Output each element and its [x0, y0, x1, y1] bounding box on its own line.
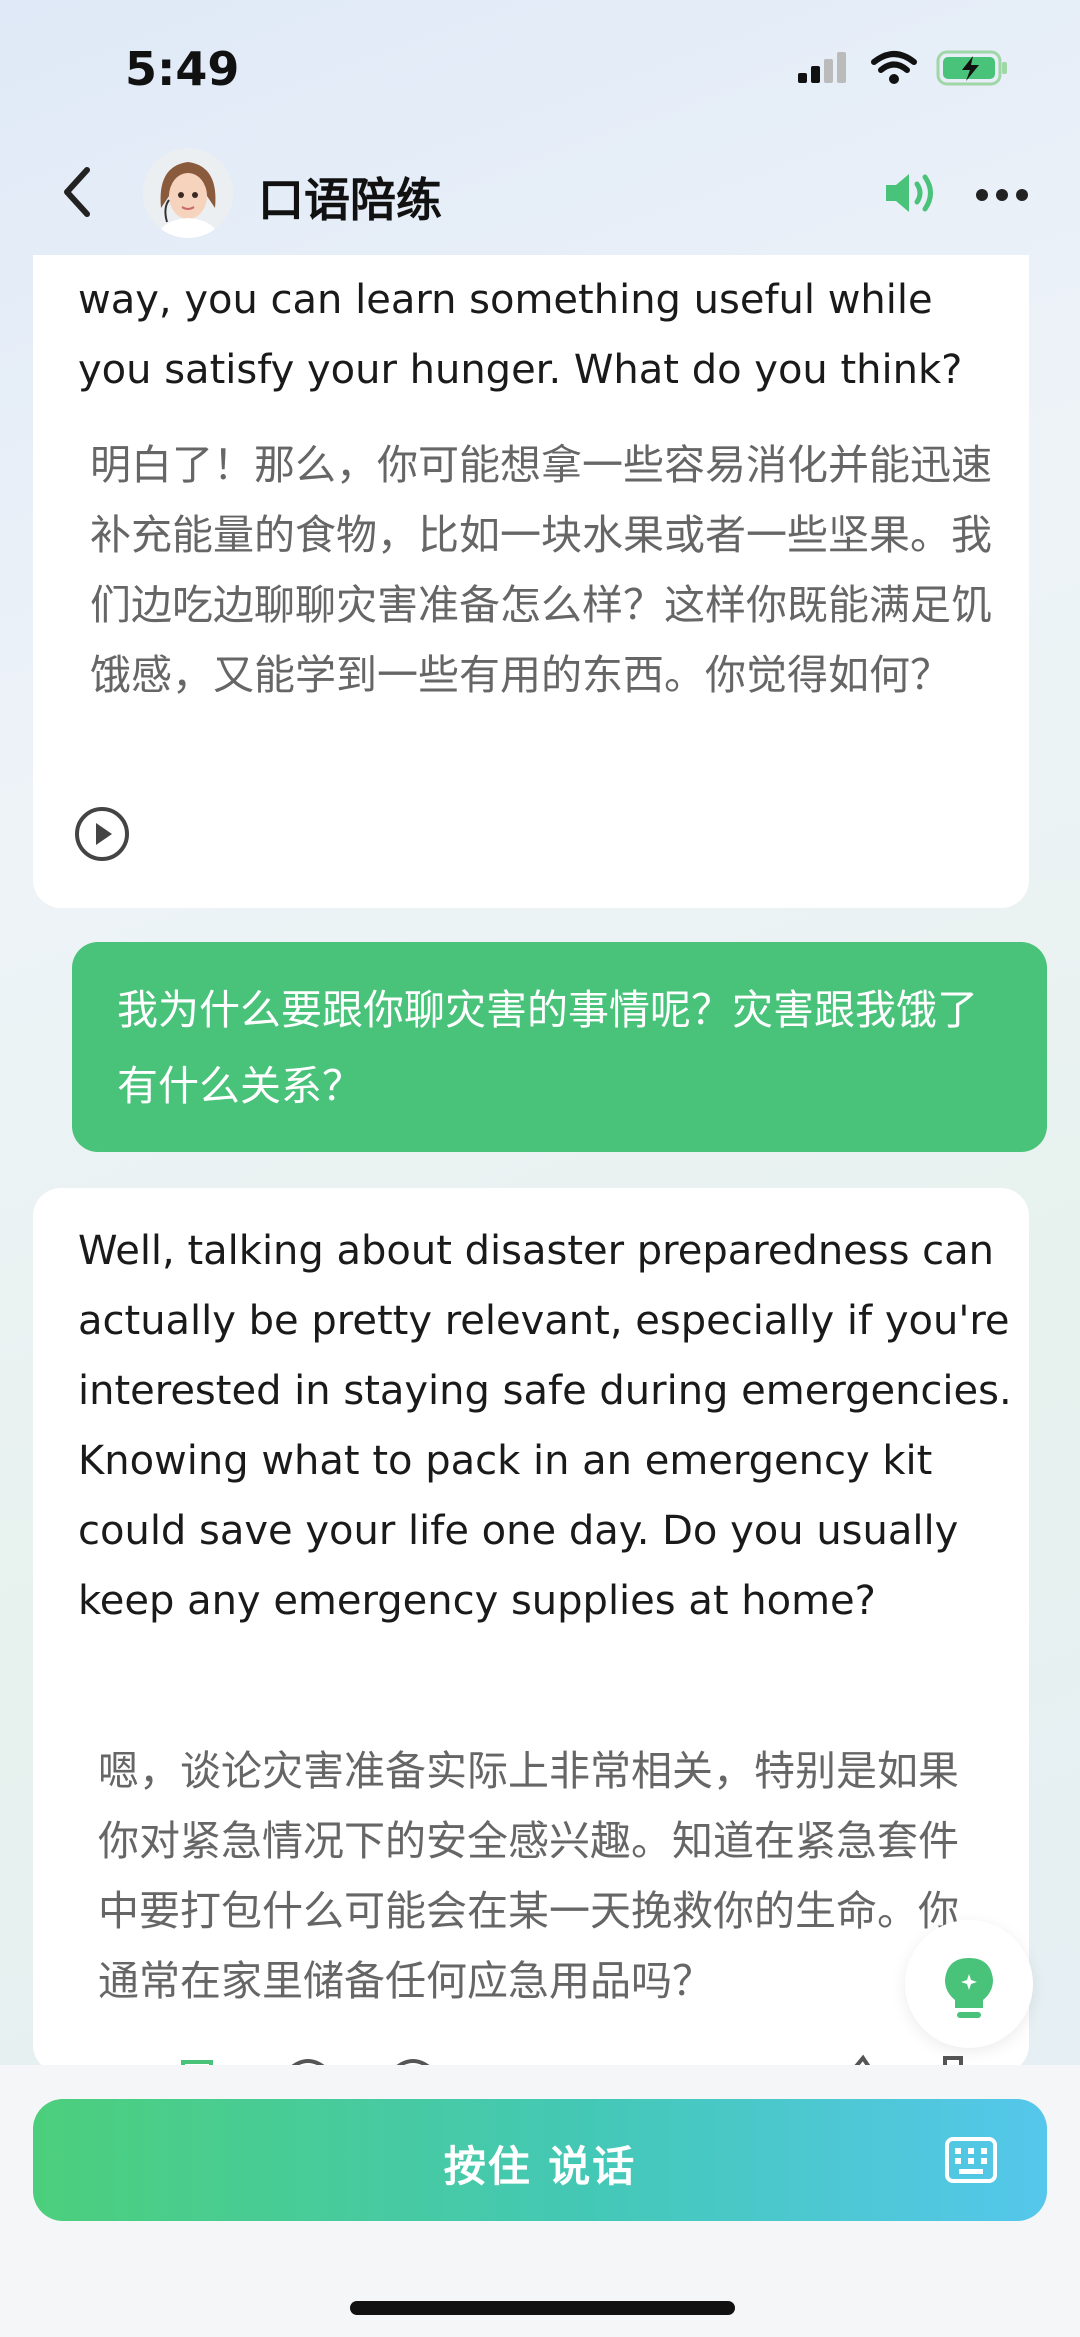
ai-message-translation: 明白了！那么，你可能想拿一些容易消化并能迅速补充能量的食物，比如一块水果或者一些…: [90, 441, 992, 699]
ai-message-bubble: Well, talking about disaster preparednes…: [33, 1188, 1029, 2073]
play-icon[interactable]: [73, 805, 131, 863]
status-icons: [796, 50, 1010, 86]
avatar[interactable]: [143, 148, 233, 238]
ai-message-translation: 嗯，谈论灾害准备实际上非常相关，特别是如果你对紧急情况下的安全感兴趣。知道在紧急…: [98, 1747, 959, 2005]
page-title: 口语陪练: [258, 173, 442, 227]
keyboard-icon[interactable]: [945, 2137, 997, 2183]
status-time: 5:49: [125, 42, 240, 96]
chevron-left-icon[interactable]: [55, 162, 105, 222]
battery-charging-icon: [936, 50, 1007, 86]
home-indicator: [350, 2301, 735, 2315]
hold-to-talk-label: 按住 说话: [443, 2142, 637, 2191]
bottom-bar: 按住 说话: [0, 2065, 1080, 2337]
speaker-icon[interactable]: [882, 168, 942, 218]
ai-message-bubble: way, you can learn something useful whil…: [33, 255, 1029, 908]
ai-message-english: Well, talking about disaster preparednes…: [78, 1228, 1012, 1624]
hint-button[interactable]: [905, 1920, 1033, 2048]
user-message-bubble: 我为什么要跟你聊灾害的事情呢？灾害跟我饿了有什么关系？: [72, 942, 1047, 1152]
user-message-text: 我为什么要跟你聊灾害的事情呢？灾害跟我饿了有什么关系？: [117, 986, 978, 1110]
nav-bar: 口语陪练: [0, 140, 1080, 250]
ai-message-english: way, you can learn something useful whil…: [78, 277, 963, 393]
cellular-signal-icon: [798, 52, 846, 83]
avatar-portrait-icon: [143, 148, 233, 238]
hold-to-talk-button[interactable]: 按住 说话: [33, 2099, 1047, 2221]
more-icon[interactable]: [975, 180, 1030, 210]
wifi-icon: [871, 51, 917, 84]
status-bar: 5:49: [0, 0, 1080, 140]
lightbulb-icon: [945, 1958, 993, 2018]
